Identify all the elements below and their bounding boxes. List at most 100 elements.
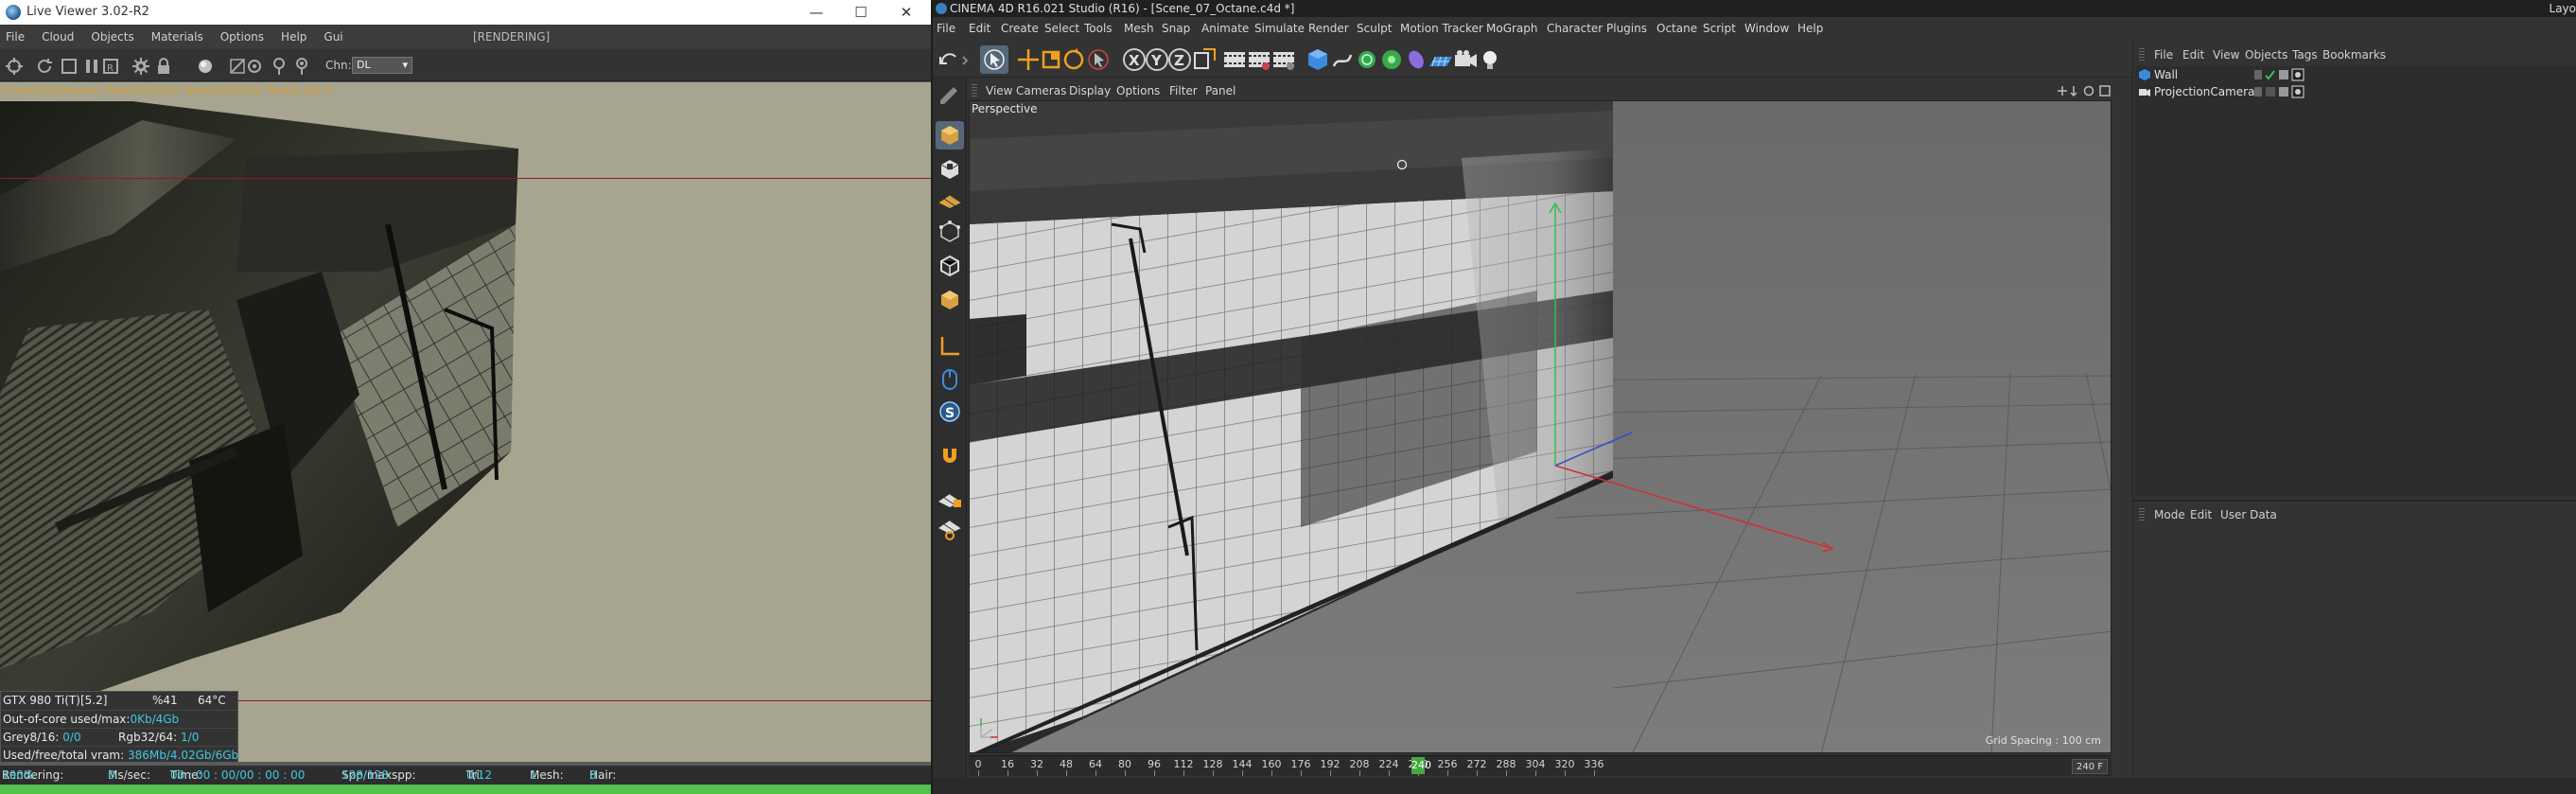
texture-mode-icon[interactable] bbox=[936, 155, 964, 184]
pin-white-balance-icon[interactable] bbox=[291, 56, 312, 77]
last-used-tool-icon[interactable] bbox=[1084, 45, 1113, 74]
live-selection-icon[interactable] bbox=[980, 45, 1008, 74]
drag-grip-icon[interactable] bbox=[2139, 508, 2145, 521]
edges-mode-icon[interactable] bbox=[936, 252, 964, 280]
menu-create[interactable]: Create bbox=[1001, 17, 1039, 40]
menu-script[interactable]: Script bbox=[1703, 17, 1736, 40]
om-menu-tags[interactable]: Tags bbox=[2292, 44, 2318, 65]
make-editable-icon[interactable] bbox=[936, 79, 964, 108]
render-settings-icon[interactable] bbox=[1270, 45, 1298, 74]
tweak-mode-icon[interactable] bbox=[936, 365, 964, 394]
timeline-current-frame[interactable]: 240 bbox=[1411, 757, 1431, 774]
menu-window[interactable]: Window bbox=[1744, 17, 1789, 40]
om-menu-view[interactable]: View bbox=[2213, 44, 2239, 65]
maximize-button[interactable]: ☐ bbox=[839, 0, 883, 25]
om-menu-bookmarks[interactable]: Bookmarks bbox=[2322, 44, 2386, 65]
live-viewer-window: Live Viewer 3.02-R2 — ☐ ✕ File Cloud Objec… bbox=[0, 0, 931, 794]
menu-octane[interactable]: Octane bbox=[1656, 17, 1697, 40]
menu-file[interactable]: File bbox=[0, 25, 33, 49]
viewport-menu-view[interactable]: View bbox=[986, 81, 1012, 100]
menu-snap[interactable]: Snap bbox=[1162, 17, 1190, 40]
menu-mesh[interactable]: Mesh bbox=[1124, 17, 1154, 40]
menu-render[interactable]: Render bbox=[1308, 17, 1349, 40]
menu-character[interactable]: Character bbox=[1547, 17, 1603, 40]
restart-render-icon[interactable] bbox=[34, 56, 55, 77]
animation-timeline[interactable]: 0 16 32 48 64 80 96 112 128 144 160 176 192 208 224 240… bbox=[969, 755, 2112, 776]
menu-animate[interactable]: Animate bbox=[1201, 17, 1249, 40]
menu-materials[interactable]: Materials bbox=[143, 25, 212, 49]
viewport-nav-icons[interactable] bbox=[2055, 84, 2115, 97]
menu-motion-tracker[interactable]: Motion Tracker bbox=[1400, 17, 1483, 40]
menu-file[interactable]: File bbox=[937, 17, 955, 40]
layout-label[interactable]: Layo bbox=[2550, 0, 2576, 17]
object-row-projectioncamera[interactable]: ProjectionCamera bbox=[2135, 83, 2576, 100]
enable-axis-icon[interactable] bbox=[936, 331, 964, 360]
grey-label: Grey8/16: bbox=[3, 731, 60, 744]
timeline-tick-label: 224 bbox=[1378, 758, 1399, 770]
timeline-tick-label: 144 bbox=[1232, 758, 1253, 770]
menu-select[interactable]: Select bbox=[1044, 17, 1079, 40]
viewport-menu-options[interactable]: Options bbox=[1116, 81, 1160, 100]
menu-edit[interactable]: Edit bbox=[969, 17, 990, 40]
planar-workplane-icon[interactable] bbox=[936, 515, 964, 543]
menu-help[interactable]: Help bbox=[272, 25, 315, 49]
om-menu-file[interactable]: File bbox=[2154, 44, 2173, 65]
timeline-tick-label: 192 bbox=[1320, 758, 1341, 770]
magnet-icon[interactable] bbox=[936, 441, 964, 469]
object-flags[interactable] bbox=[2254, 68, 2330, 81]
light-icon[interactable] bbox=[1476, 45, 1504, 74]
coordinate-system-icon[interactable] bbox=[1190, 45, 1218, 74]
menu-mograph[interactable]: MoGraph bbox=[1486, 17, 1538, 40]
object-row-wall[interactable]: Wall bbox=[2135, 66, 2576, 83]
menu-plugins[interactable]: Plugins bbox=[1606, 17, 1647, 40]
am-menu-user-data[interactable]: User Data bbox=[2220, 505, 2277, 524]
polygons-mode-icon[interactable] bbox=[936, 286, 964, 314]
menu-cloud[interactable]: Cloud bbox=[33, 25, 82, 49]
om-menu-objects[interactable]: Objects bbox=[2245, 44, 2287, 65]
menu-options[interactable]: Options bbox=[212, 25, 272, 49]
send-scene-icon[interactable] bbox=[4, 56, 25, 77]
points-mode-icon[interactable] bbox=[936, 218, 964, 246]
viewport-menu-panel[interactable]: Panel bbox=[1205, 81, 1235, 100]
material-ball-icon[interactable] bbox=[195, 56, 216, 77]
viewport-menu-filter[interactable]: Filter bbox=[1169, 81, 1198, 100]
channel-select[interactable]: DL bbox=[352, 57, 412, 74]
snap-icon[interactable]: S bbox=[936, 397, 964, 426]
timeline-tick-mark bbox=[1594, 770, 1595, 776]
c4d-toolbar: X Y Z bbox=[933, 40, 2134, 78]
timeline-end-frame[interactable]: 240 F bbox=[2072, 759, 2108, 774]
menu-objects[interactable]: Objects bbox=[82, 25, 142, 49]
region-render-icon[interactable]: R bbox=[100, 56, 121, 77]
object-flags[interactable] bbox=[2254, 85, 2330, 98]
menu-tools[interactable]: Tools bbox=[1084, 17, 1113, 40]
menu-gui[interactable]: Gui bbox=[315, 25, 351, 49]
stop-render-icon[interactable] bbox=[59, 56, 79, 77]
timeline-tick-mark bbox=[1213, 770, 1214, 776]
timeline-tick-mark bbox=[1359, 770, 1360, 776]
menu-sculpt[interactable]: Sculpt bbox=[1357, 17, 1392, 40]
settings-gear-icon[interactable] bbox=[131, 56, 151, 77]
om-menu-edit[interactable]: Edit bbox=[2182, 44, 2204, 65]
close-button[interactable]: ✕ bbox=[885, 0, 928, 25]
am-menu-mode[interactable]: Mode bbox=[2154, 505, 2185, 524]
model-mode-icon[interactable] bbox=[936, 121, 964, 150]
pause-render-icon[interactable] bbox=[81, 56, 102, 77]
pin-pick-icon[interactable] bbox=[269, 56, 289, 77]
am-menu-edit[interactable]: Edit bbox=[2190, 505, 2212, 524]
grey-value: 0/0 bbox=[62, 731, 81, 744]
minimize-button[interactable]: — bbox=[795, 0, 838, 25]
viewport-menu-cameras[interactable]: Cameras bbox=[1016, 81, 1066, 100]
workplane-lock-icon[interactable] bbox=[936, 483, 964, 511]
render-canvas[interactable]: CheckDirtyMeshes: MeshGenDirty Update(G)… bbox=[0, 82, 931, 762]
perspective-viewport[interactable]: Perspective Grid Spacing : 100 cm bbox=[969, 100, 2112, 753]
drag-grip-icon[interactable] bbox=[2139, 48, 2145, 62]
undo-redo-icon[interactable] bbox=[935, 45, 973, 74]
lock-icon[interactable] bbox=[153, 56, 174, 77]
menu-help[interactable]: Help bbox=[1797, 17, 1823, 40]
pick-focus-icon[interactable] bbox=[244, 56, 265, 77]
menu-simulate[interactable]: Simulate bbox=[1254, 17, 1305, 40]
drag-grip-icon[interactable] bbox=[972, 84, 977, 97]
workplane-mode-icon[interactable] bbox=[936, 184, 964, 212]
viewport-menu-display[interactable]: Display bbox=[1069, 81, 1111, 100]
out-of-core-row: Out-of-core used/max:0Kb/4Gb bbox=[1, 710, 237, 728]
